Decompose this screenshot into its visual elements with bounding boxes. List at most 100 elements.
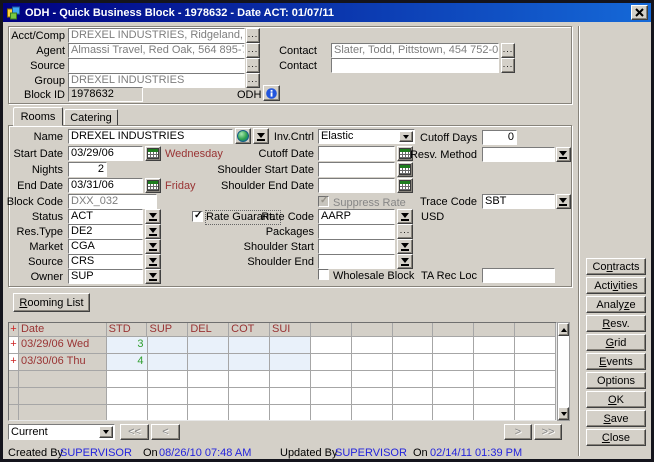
grid-cell[interactable] xyxy=(515,405,556,421)
grid-cell[interactable] xyxy=(433,405,474,421)
rate-code-lov-button[interactable] xyxy=(397,209,413,224)
grid-row[interactable] xyxy=(9,388,556,405)
acct-comp-field[interactable]: DREXEL INDUSTRIES, Ridgeland, 564 52 xyxy=(68,28,245,43)
trace-code-field[interactable]: SBT xyxy=(482,194,555,209)
grid-cell[interactable] xyxy=(352,405,393,421)
cutoff-date-field[interactable] xyxy=(318,146,395,161)
source2-lov-button[interactable] xyxy=(145,254,161,269)
odh-info-button[interactable] xyxy=(263,85,280,101)
grid-cell[interactable] xyxy=(148,405,189,421)
source-field[interactable] xyxy=(68,58,245,73)
rate-guarant-checkbox[interactable] xyxy=(192,211,203,222)
grid-cell[interactable] xyxy=(270,405,311,421)
grid-column-header-del[interactable]: DEL xyxy=(188,323,229,337)
grid-cell[interactable] xyxy=(229,371,270,388)
scroll-up-button[interactable] xyxy=(558,323,569,336)
grid-cell[interactable] xyxy=(515,354,556,371)
nav-first-button[interactable]: << xyxy=(120,424,149,440)
grid-cell[interactable] xyxy=(188,405,229,421)
shoulder-end-field[interactable] xyxy=(318,254,395,269)
start-date-calendar-button[interactable] xyxy=(145,146,161,161)
grid-cell[interactable] xyxy=(270,337,311,354)
side-button-activities[interactable]: Activities xyxy=(586,277,646,294)
grid-cell[interactable] xyxy=(515,337,556,354)
end-date-calendar-button[interactable] xyxy=(145,178,161,193)
grid-cell[interactable]: 4 xyxy=(107,354,148,371)
nav-last-button[interactable]: >> xyxy=(534,424,562,440)
grid-row[interactable] xyxy=(9,405,556,421)
grid-cell[interactable] xyxy=(148,354,189,371)
grid-column-header-sup[interactable]: SUP xyxy=(147,323,188,337)
side-button-save[interactable]: Save xyxy=(586,410,646,427)
side-button-resv[interactable]: Resv. xyxy=(586,315,646,332)
grid-cell[interactable] xyxy=(229,337,270,354)
shoulder-end-lov-button[interactable] xyxy=(397,254,413,269)
grid-cell[interactable] xyxy=(515,371,556,388)
grid-cell-date[interactable] xyxy=(19,405,107,421)
view-select[interactable]: Current xyxy=(8,424,115,440)
room-grid[interactable]: +DateSTDSUPDELCOTSUI+03/29/06 Wed3+03/30… xyxy=(8,322,557,421)
grid-row[interactable]: +03/29/06 Wed3 xyxy=(9,337,556,354)
tab-rooms[interactable]: Rooms xyxy=(13,107,63,126)
scroll-down-button[interactable] xyxy=(558,407,569,420)
market-field[interactable]: CGA xyxy=(68,239,143,254)
grid-cell-date[interactable]: 03/30/06 Thu xyxy=(19,354,107,371)
resv-method-field[interactable] xyxy=(482,147,555,162)
nav-next-button[interactable]: > xyxy=(504,424,532,440)
grid-cell[interactable] xyxy=(311,371,352,388)
res-type-field[interactable]: DE2 xyxy=(68,224,143,239)
grid-cell[interactable] xyxy=(515,388,556,405)
side-button-events[interactable]: Events xyxy=(586,353,646,370)
grid-cell[interactable] xyxy=(270,354,311,371)
grid-cell[interactable] xyxy=(393,405,434,421)
grid-cell[interactable] xyxy=(229,354,270,371)
grid-cell[interactable] xyxy=(188,337,229,354)
grid-cell[interactable] xyxy=(107,388,148,405)
grid-cell[interactable] xyxy=(311,337,352,354)
grid-cell[interactable] xyxy=(474,337,515,354)
grid-cell[interactable] xyxy=(352,337,393,354)
grid-cell[interactable] xyxy=(474,371,515,388)
owner-field[interactable]: SUP xyxy=(68,269,143,284)
grid-cell[interactable] xyxy=(188,371,229,388)
shoulder-start-field[interactable] xyxy=(318,239,395,254)
grid-cell[interactable] xyxy=(107,405,148,421)
grid-cell[interactable] xyxy=(311,354,352,371)
grid-cell[interactable] xyxy=(474,354,515,371)
grid-cell[interactable] xyxy=(270,388,311,405)
grid-cell[interactable] xyxy=(148,371,189,388)
trace-code-lov-button[interactable] xyxy=(556,194,571,209)
side-button-analyze[interactable]: Analyze xyxy=(586,296,646,313)
side-button-ok[interactable]: OK xyxy=(586,391,646,408)
cutoff-days-field[interactable]: 0 xyxy=(482,130,517,145)
grid-cell[interactable] xyxy=(474,405,515,421)
side-button-close[interactable]: Close xyxy=(586,429,646,446)
close-button[interactable] xyxy=(631,5,648,20)
inv-cntrl-dropdown-button[interactable] xyxy=(399,131,413,142)
tab-catering[interactable]: Catering xyxy=(64,109,118,126)
grid-cell[interactable] xyxy=(352,388,393,405)
status-lov-button[interactable] xyxy=(145,209,161,224)
shoulder-end-date-calendar-button[interactable] xyxy=(397,178,413,193)
source2-field[interactable]: CRS xyxy=(68,254,143,269)
grid-column-header-date[interactable]: Date xyxy=(19,323,107,337)
grid-cell[interactable] xyxy=(433,371,474,388)
grid-column-header-cot[interactable]: COT xyxy=(229,323,270,337)
grid-cell[interactable] xyxy=(311,405,352,421)
grid-scrollbar[interactable] xyxy=(557,322,570,421)
nights-field[interactable]: 2 xyxy=(68,162,107,177)
grid-column-header-std[interactable]: STD xyxy=(107,323,148,337)
agent-lookup-button[interactable]: ... xyxy=(246,43,260,58)
shoulder-start-date-field[interactable] xyxy=(318,162,395,177)
start-date-field[interactable]: 03/29/06 xyxy=(68,146,143,161)
grid-cell-date[interactable] xyxy=(19,388,107,405)
wholesale-block-checkbox[interactable] xyxy=(318,269,329,280)
agent-field[interactable]: Almassi Travel, Red Oak, 564 895-7954 xyxy=(68,43,245,58)
grid-cell[interactable] xyxy=(311,388,352,405)
grid-cell[interactable] xyxy=(393,388,434,405)
status-field[interactable]: ACT xyxy=(68,209,143,224)
resv-method-lov-button[interactable] xyxy=(556,147,571,162)
row-expander-icon[interactable]: + xyxy=(9,354,19,371)
res-type-lov-button[interactable] xyxy=(145,224,161,239)
grid-cell-date[interactable] xyxy=(19,371,107,388)
